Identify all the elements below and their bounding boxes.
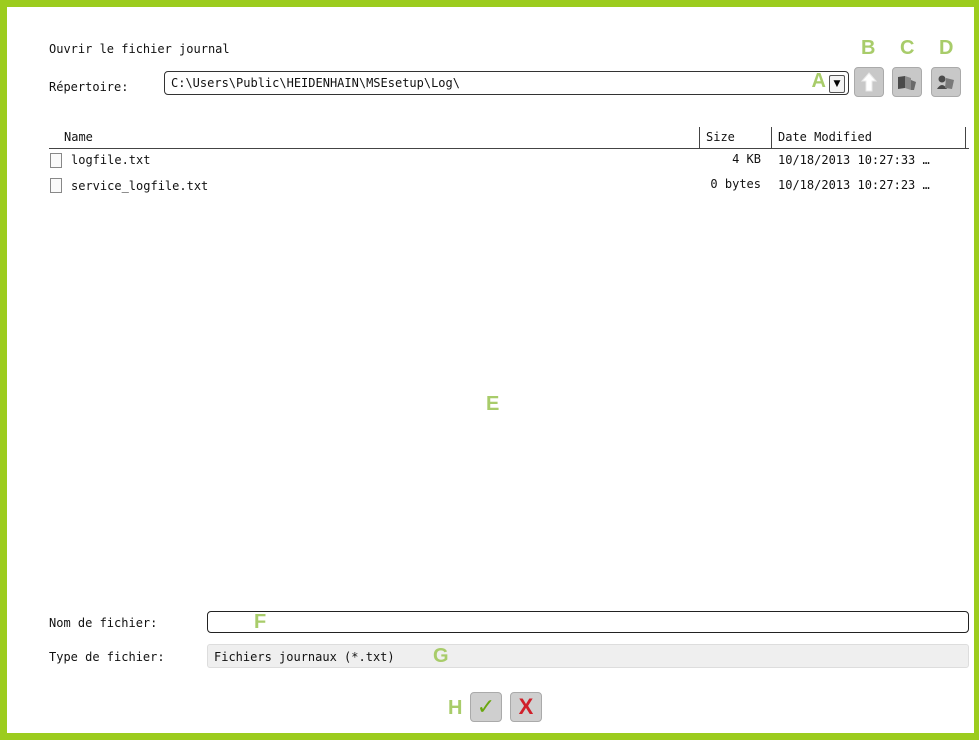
- callout-c: C: [900, 37, 915, 59]
- dialog-title: Ouvrir le fichier journal: [49, 42, 230, 56]
- callout-a: A: [811, 70, 826, 92]
- directory-combobox[interactable]: C:\Users\Public\HEIDENHAIN\MSEsetup\Log\…: [164, 70, 849, 95]
- filename-input[interactable]: [207, 611, 969, 633]
- filetype-value: Fichiers journaux (*.txt): [214, 650, 395, 664]
- column-header-date[interactable]: Date Modified: [778, 130, 872, 144]
- callout-g: G: [433, 645, 449, 667]
- browse-folder-button[interactable]: [892, 67, 922, 97]
- up-folder-button[interactable]: [854, 67, 884, 97]
- callout-b: B: [861, 37, 876, 59]
- column-divider[interactable]: [699, 127, 700, 148]
- callout-d: D: [939, 37, 954, 59]
- ok-button[interactable]: ✓: [470, 692, 502, 722]
- file-name: service_logfile.txt: [71, 179, 209, 193]
- column-divider[interactable]: [771, 127, 772, 148]
- file-name: logfile.txt: [71, 153, 151, 167]
- file-date: 10/18/2013 10:27:33 …: [778, 153, 930, 167]
- column-divider[interactable]: [965, 127, 966, 148]
- callout-f: F: [254, 611, 267, 633]
- file-size: 4 KB: [732, 152, 761, 166]
- column-header-name[interactable]: Name: [64, 130, 93, 144]
- table-row[interactable]: logfile.txt 4 KB 10/18/2013 10:27:33 …: [47, 151, 969, 171]
- file-size: 0 bytes: [710, 177, 761, 191]
- table-row[interactable]: service_logfile.txt 0 bytes 10/18/2013 1…: [47, 176, 969, 196]
- chevron-down-icon[interactable]: ▼: [829, 75, 845, 93]
- file-icon: [50, 153, 62, 168]
- directory-label: Répertoire:: [49, 80, 129, 94]
- callout-h: H: [448, 697, 463, 719]
- callout-e: E: [486, 393, 500, 415]
- filetype-select[interactable]: Fichiers journaux (*.txt) G: [207, 644, 969, 668]
- browse-folder-icon: [898, 76, 916, 90]
- network-folder-button[interactable]: [931, 67, 961, 97]
- file-icon: [50, 178, 62, 193]
- filename-label: Nom de fichier:: [49, 616, 158, 630]
- file-date: 10/18/2013 10:27:23 …: [778, 178, 930, 192]
- filetype-label: Type de fichier:: [49, 650, 165, 664]
- network-folder-icon: [937, 75, 954, 89]
- column-header-size[interactable]: Size: [706, 130, 735, 144]
- check-icon: ✓: [476, 694, 496, 719]
- directory-value: C:\Users\Public\HEIDENHAIN\MSEsetup\Log\: [171, 76, 460, 90]
- close-icon: X: [518, 694, 534, 719]
- cancel-button[interactable]: X: [510, 692, 542, 722]
- dialog-window: Ouvrir le fichier journal Répertoire: C:…: [0, 0, 979, 740]
- up-folder-icon: [860, 72, 878, 92]
- header-divider: [49, 148, 969, 149]
